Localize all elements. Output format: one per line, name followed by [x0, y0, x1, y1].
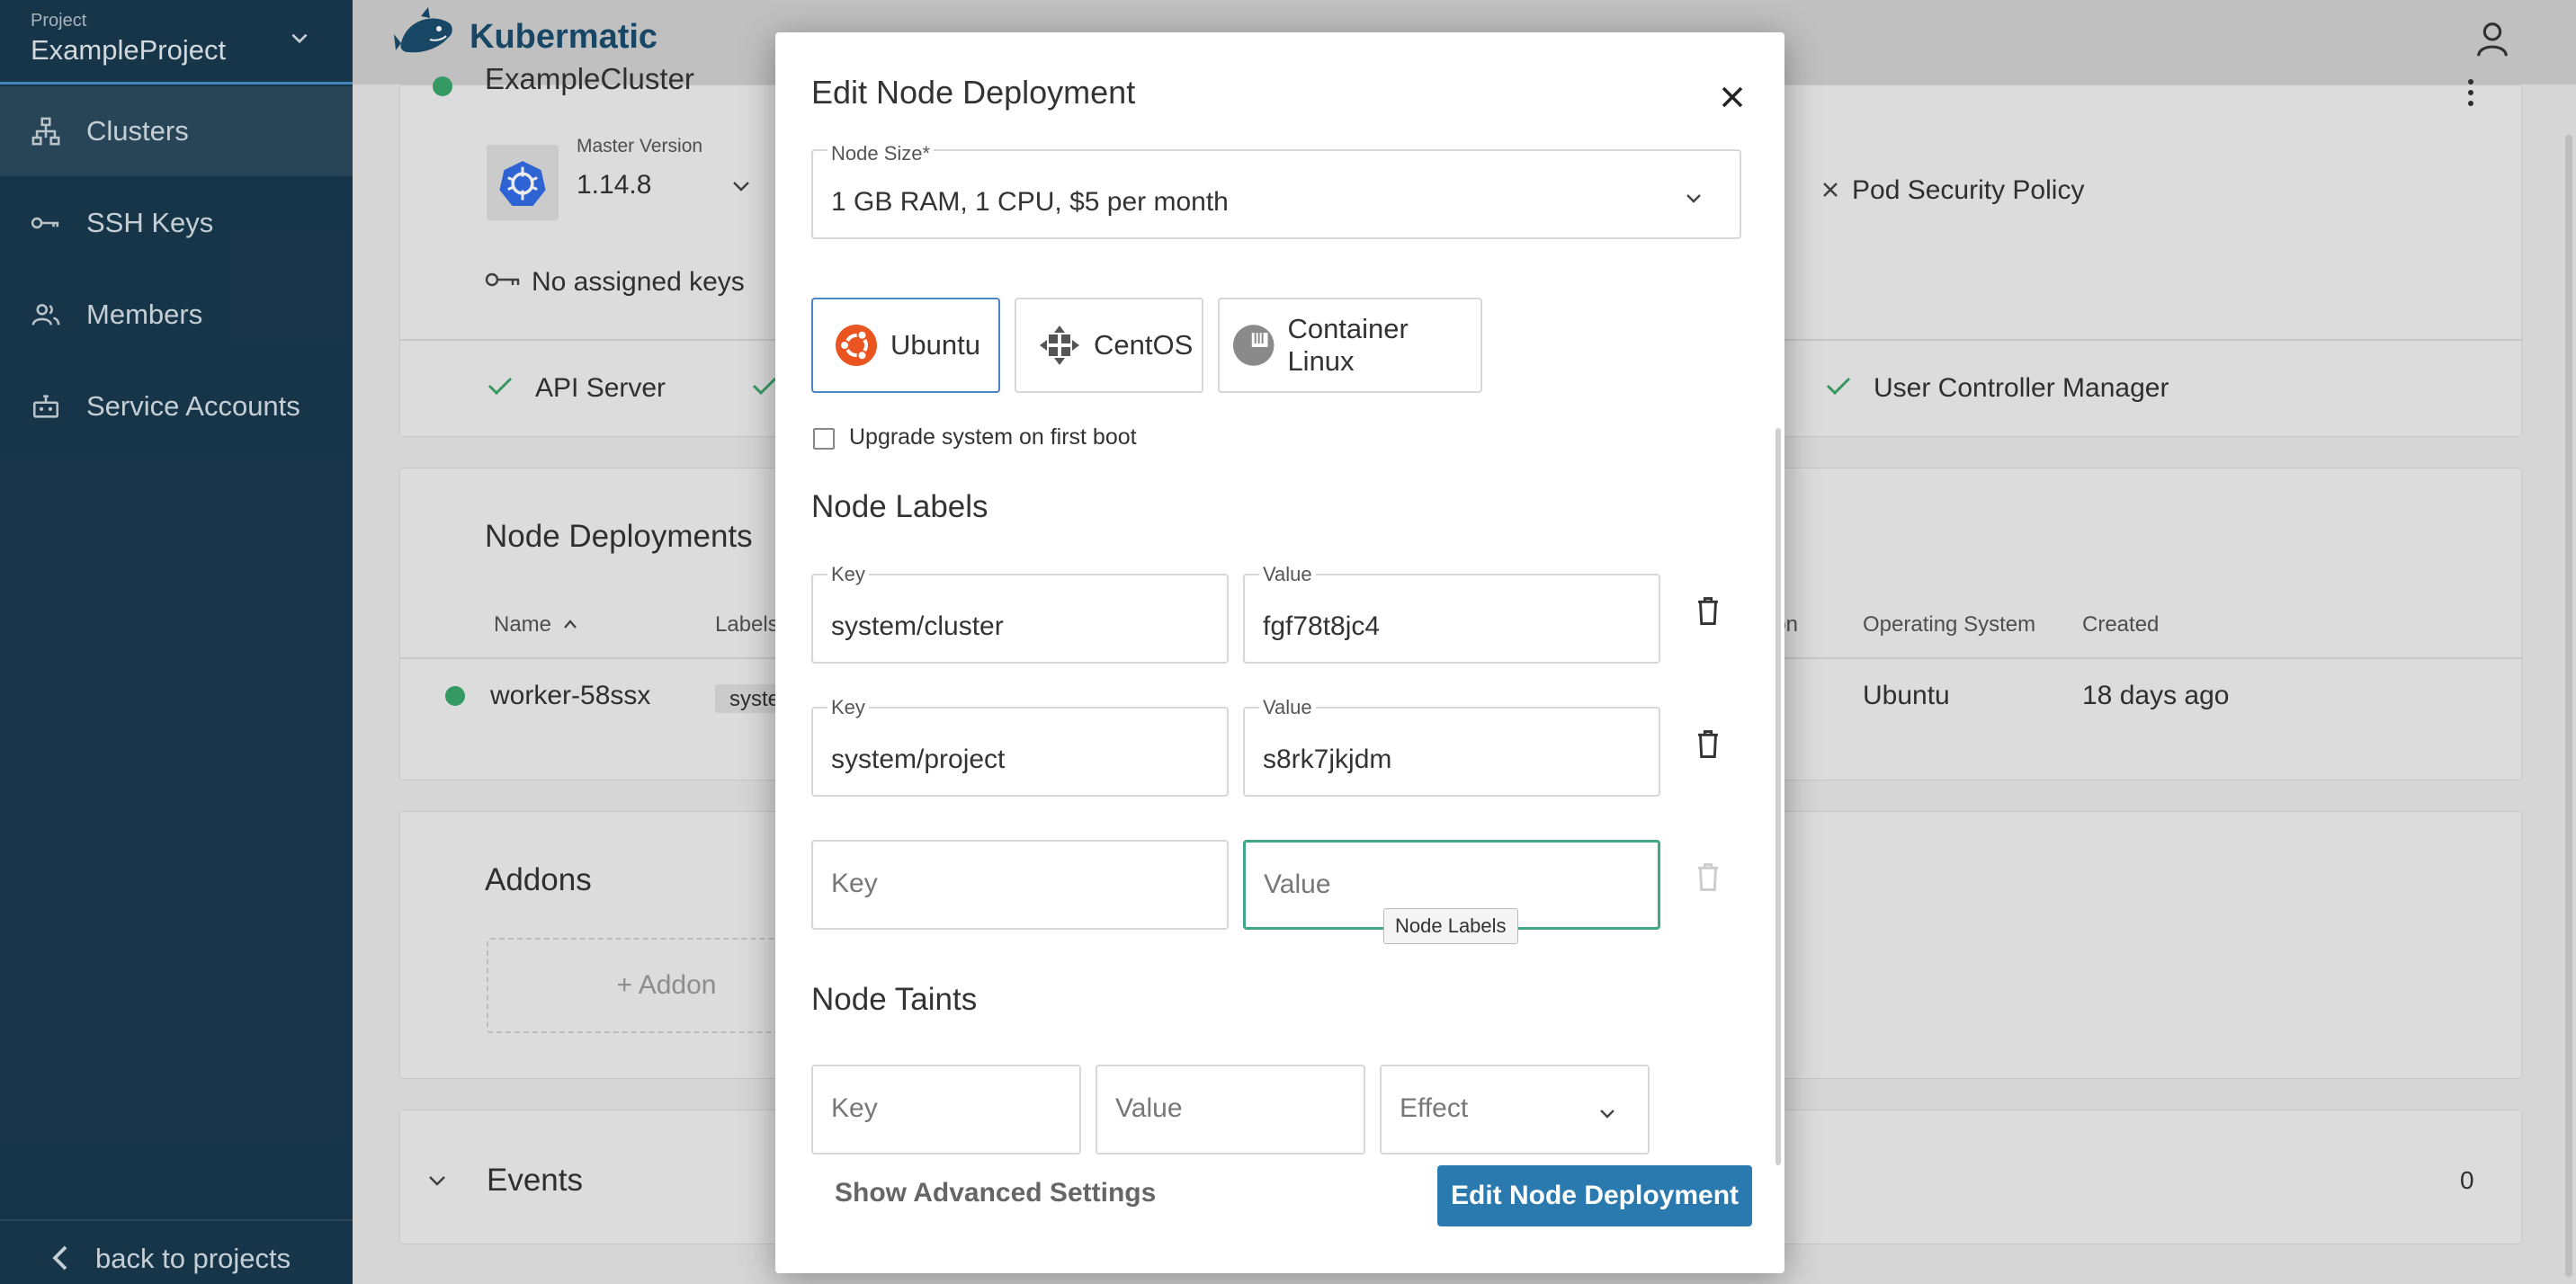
centos-logo-icon — [1040, 325, 1079, 365]
label-value-label: Value — [1259, 696, 1316, 719]
trash-icon — [1698, 863, 1718, 892]
container-linux-logo-icon — [1232, 325, 1275, 366]
new-label-value-placeholder: Value — [1264, 869, 1331, 899]
chevron-down-icon — [1600, 1110, 1614, 1119]
label-value-value: fgf78t8jc4 — [1263, 611, 1381, 641]
label-key-label: Key — [827, 696, 869, 719]
label-value-label: Value — [1259, 563, 1316, 586]
label-key-field[interactable]: Key system/cluster — [811, 563, 1229, 664]
os-option-label: Ubuntu — [890, 329, 980, 361]
label-key-field[interactable]: Key system/project — [811, 696, 1229, 797]
edit-node-deployment-dialog: Edit Node Deployment Node Size* 1 GB RAM… — [775, 32, 1784, 1273]
os-option-label: Container Linux — [1287, 313, 1409, 377]
show-advanced-settings-button[interactable]: Show Advanced Settings — [835, 1178, 1156, 1208]
node-size-value: 1 GB RAM, 1 CPU, $5 per month — [831, 187, 1229, 217]
node-size-label: Node Size* — [827, 142, 935, 165]
node-size-select[interactable]: Node Size* 1 GB RAM, 1 CPU, $5 per month — [811, 142, 1741, 239]
new-label-key-input[interactable]: Key — [811, 840, 1229, 930]
node-labels-title: Node Labels — [811, 489, 988, 524]
upgrade-checkbox[interactable] — [813, 428, 835, 450]
taint-key-input[interactable]: Key — [811, 1065, 1081, 1155]
label-value-field[interactable]: Value s8rk7jkjdm — [1243, 696, 1660, 797]
trash-icon[interactable] — [1695, 595, 1722, 626]
taint-effect-placeholder: Effect — [1400, 1093, 1469, 1123]
ubuntu-logo-icon — [836, 325, 877, 366]
chevron-down-icon — [1686, 194, 1701, 203]
node-taints-title: Node Taints — [811, 982, 978, 1017]
os-option-ubuntu[interactable]: Ubuntu — [811, 298, 1000, 393]
trash-icon[interactable] — [1695, 728, 1722, 759]
os-option-centos[interactable]: CentOS — [1015, 298, 1203, 393]
label-key-label: Key — [827, 563, 869, 586]
label-key-value: system/cluster — [831, 611, 1004, 641]
tooltip: Node Labels — [1383, 908, 1518, 944]
close-icon[interactable] — [1714, 79, 1750, 115]
os-option-container-linux[interactable]: Container Linux — [1218, 298, 1482, 393]
new-label-key-placeholder: Key — [831, 869, 878, 898]
edit-node-deployment-button[interactable]: Edit Node Deployment — [1437, 1165, 1752, 1226]
upgrade-label[interactable]: Upgrade system on first boot — [849, 424, 1137, 450]
label-value-value: s8rk7jkjdm — [1263, 745, 1392, 774]
dialog-scrollbar[interactable] — [1775, 428, 1781, 1165]
taint-value-input[interactable]: Value — [1096, 1065, 1365, 1155]
taint-value-placeholder: Value — [1115, 1093, 1183, 1123]
taint-effect-select[interactable]: Effect — [1380, 1065, 1650, 1155]
label-key-value: system/project — [831, 745, 1006, 774]
dialog-title: Edit Node Deployment — [811, 74, 1136, 111]
label-value-field[interactable]: Value fgf78t8jc4 — [1243, 563, 1660, 664]
taint-key-placeholder: Key — [831, 1093, 878, 1123]
os-option-label: CentOS — [1094, 329, 1194, 361]
